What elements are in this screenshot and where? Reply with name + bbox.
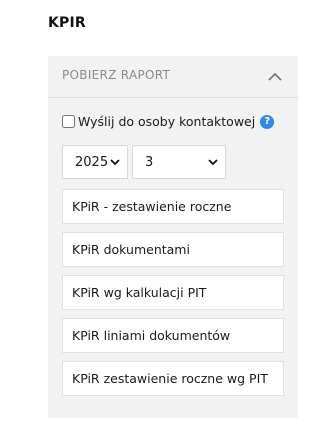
chevron-up-icon[interactable] — [268, 72, 282, 81]
panel-header[interactable]: POBIERZ RAPORT — [48, 56, 298, 98]
chevron-down-icon — [208, 159, 218, 166]
report-annual-summary-button[interactable]: KPiR - zestawienie roczne — [62, 189, 284, 224]
download-report-panel: POBIERZ RAPORT Wyślij do osoby kontaktow… — [48, 56, 298, 418]
report-annual-summary-pit-button[interactable]: KPiR zestawienie roczne wg PIT — [62, 361, 284, 396]
help-icon[interactable]: ? — [260, 114, 275, 129]
month-select[interactable]: 3 — [132, 145, 226, 179]
report-document-lines-button[interactable]: KPiR liniami dokumentów — [62, 318, 284, 353]
send-to-contact-row[interactable]: Wyślij do osoby kontaktowej ? — [62, 114, 275, 129]
year-select[interactable]: 2025 — [62, 145, 128, 179]
chevron-down-icon — [110, 159, 120, 166]
report-pit-calculation-button[interactable]: KPiR wg kalkulacji PIT — [62, 275, 284, 310]
send-to-contact-label: Wyślij do osoby kontaktowej — [78, 114, 256, 129]
send-to-contact-checkbox[interactable] — [62, 115, 75, 128]
month-select-value: 3 — [145, 154, 154, 170]
page-title: KPIR — [48, 15, 86, 31]
panel-header-label: POBIERZ RAPORT — [62, 68, 171, 82]
report-by-documents-button[interactable]: KPiR dokumentami — [62, 232, 284, 267]
year-select-value: 2025 — [75, 154, 109, 170]
